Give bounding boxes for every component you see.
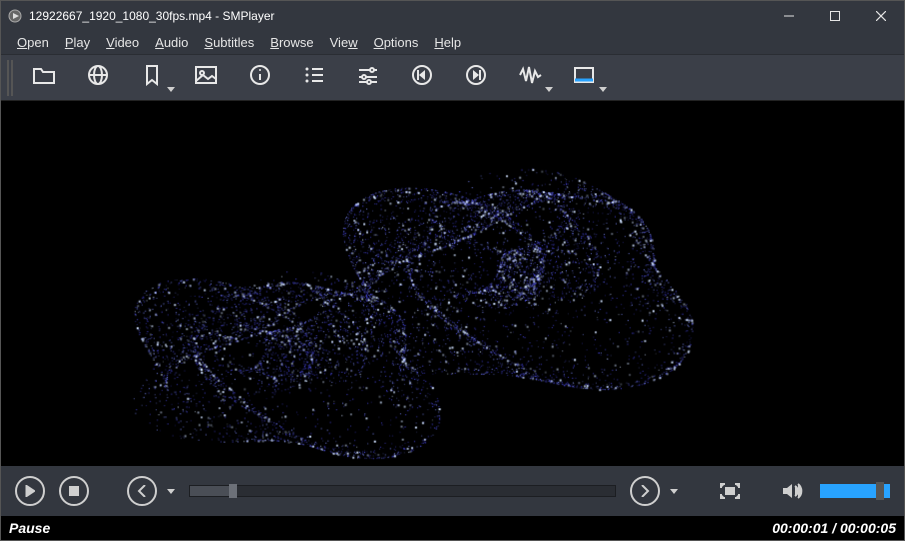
chevron-right-icon bbox=[640, 485, 650, 497]
forward-menu-dropdown[interactable] bbox=[670, 489, 678, 494]
playback-time: 00:00:01 / 00:00:05 bbox=[772, 520, 896, 536]
play-button[interactable] bbox=[15, 476, 45, 506]
toolbar-audio-equalizer-button[interactable] bbox=[503, 58, 557, 98]
minimize-icon bbox=[784, 11, 794, 21]
list-icon bbox=[303, 65, 325, 90]
stop-button[interactable] bbox=[59, 476, 89, 506]
maximize-button[interactable] bbox=[812, 1, 858, 31]
screen-icon bbox=[572, 65, 596, 90]
rewind-menu-dropdown[interactable] bbox=[167, 489, 175, 494]
toolbar-next-chapter-button[interactable] bbox=[449, 58, 503, 98]
bookmark-icon bbox=[143, 64, 161, 91]
toolbar-screenshot-button[interactable] bbox=[179, 58, 233, 98]
close-icon bbox=[876, 11, 886, 21]
seek-thumb[interactable] bbox=[229, 484, 237, 498]
menu-open[interactable]: Open bbox=[9, 33, 57, 52]
menu-options[interactable]: Options bbox=[366, 33, 427, 52]
menu-bar: Open Play Video Audio Subtitles Browse V… bbox=[1, 31, 904, 55]
globe-icon bbox=[87, 64, 109, 91]
toolbar-open-file-button[interactable] bbox=[17, 58, 71, 98]
window-title: 12922667_1920_1080_30fps.mp4 - SMPlayer bbox=[29, 9, 275, 23]
rewind-button[interactable] bbox=[127, 476, 157, 506]
close-button[interactable] bbox=[858, 1, 904, 31]
fullscreen-icon bbox=[719, 482, 741, 500]
chevron-left-icon bbox=[137, 485, 147, 497]
seek-fill bbox=[190, 486, 233, 496]
maximize-icon bbox=[830, 11, 840, 21]
forward-button[interactable] bbox=[630, 476, 660, 506]
app-icon bbox=[7, 8, 23, 24]
title-bar: 12922667_1920_1080_30fps.mp4 - SMPlayer bbox=[1, 1, 904, 31]
info-icon bbox=[249, 64, 271, 91]
menu-subtitles[interactable]: Subtitles bbox=[196, 33, 262, 52]
playback-state: Pause bbox=[9, 520, 772, 536]
menu-video[interactable]: Video bbox=[98, 33, 147, 52]
toolbar-preferences-button[interactable] bbox=[341, 58, 395, 98]
toolbar-video-equalizer-button[interactable] bbox=[557, 58, 611, 98]
main-toolbar bbox=[1, 55, 904, 101]
skip-back-icon bbox=[411, 64, 433, 91]
video-frame bbox=[1, 101, 904, 466]
volume-slider[interactable] bbox=[820, 484, 890, 498]
dropdown-icon bbox=[599, 87, 607, 92]
stop-icon bbox=[69, 486, 79, 496]
toolbar-open-url-button[interactable] bbox=[71, 58, 125, 98]
menu-help[interactable]: Help bbox=[426, 33, 469, 52]
volume-icon bbox=[781, 481, 803, 501]
skip-fwd-icon bbox=[465, 64, 487, 91]
toolbar-favorites-button[interactable] bbox=[125, 58, 179, 98]
minimize-button[interactable] bbox=[766, 1, 812, 31]
dropdown-icon bbox=[167, 87, 175, 92]
wave-icon bbox=[518, 65, 542, 90]
toolbar-grip[interactable] bbox=[7, 60, 13, 96]
dropdown-icon bbox=[545, 87, 553, 92]
menu-browse[interactable]: Browse bbox=[262, 33, 321, 52]
image-icon bbox=[194, 65, 218, 90]
play-icon bbox=[25, 485, 35, 497]
status-bar: Pause 00:00:01 / 00:00:05 bbox=[1, 516, 904, 540]
seek-bar[interactable] bbox=[189, 485, 616, 497]
menu-view[interactable]: View bbox=[322, 33, 366, 52]
sliders-icon bbox=[357, 65, 379, 90]
fullscreen-button[interactable] bbox=[716, 477, 744, 505]
menu-play[interactable]: Play bbox=[57, 33, 98, 52]
folder-icon bbox=[32, 65, 56, 90]
video-area[interactable] bbox=[1, 101, 904, 466]
mute-button[interactable] bbox=[778, 477, 806, 505]
toolbar-playlist-button[interactable] bbox=[287, 58, 341, 98]
toolbar-prev-chapter-button[interactable] bbox=[395, 58, 449, 98]
playback-controls bbox=[1, 466, 904, 516]
toolbar-file-info-button[interactable] bbox=[233, 58, 287, 98]
menu-audio[interactable]: Audio bbox=[147, 33, 196, 52]
volume-thumb[interactable] bbox=[876, 482, 884, 500]
